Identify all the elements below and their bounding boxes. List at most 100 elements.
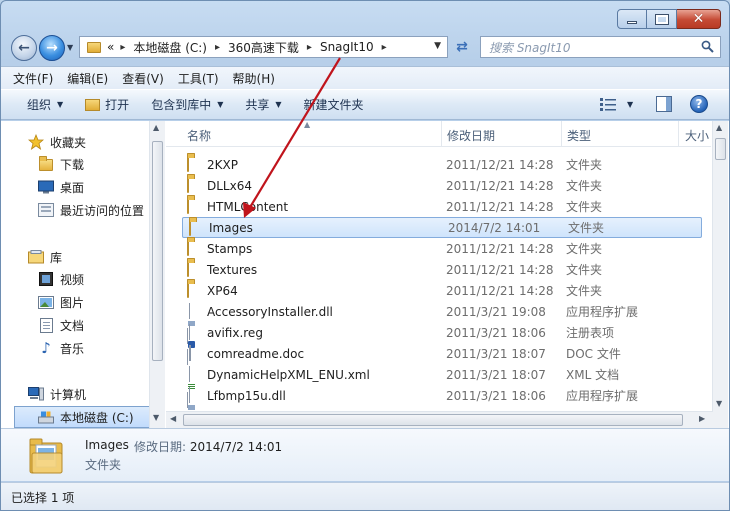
- share-button[interactable]: 共享 ▼: [245, 96, 281, 113]
- details-pane: Images 修改日期: 2014/7/2 14:01 文件夹: [1, 428, 729, 481]
- nav-computer[interactable]: 计算机: [28, 384, 86, 404]
- file-type: 文件夹: [568, 221, 605, 235]
- file-type: XML 文档: [566, 368, 620, 382]
- folder-icon: [187, 240, 201, 256]
- forward-button[interactable]: →: [39, 35, 65, 61]
- refresh-button[interactable]: ⇄: [451, 37, 473, 57]
- file-row[interactable]: avifix.reg 2011/3/21 18:06 注册表项: [181, 322, 701, 365]
- nav-downloads[interactable]: 下载: [38, 154, 84, 174]
- view-options-icon[interactable]: [600, 97, 616, 111]
- file-row[interactable]: DynamicHelpXML_ENU.xml 2011/3/21 18:07 XML…: [181, 364, 701, 408]
- menu-help[interactable]: 帮助(H): [233, 70, 275, 87]
- address-history-dropdown[interactable]: ▼: [434, 41, 441, 51]
- open-button[interactable]: 打开: [85, 96, 129, 113]
- minimize-button[interactable]: [617, 9, 647, 29]
- scroll-down-icon[interactable]: ▼: [153, 413, 159, 422]
- file-date: 2011/12/21 14:28: [446, 157, 554, 172]
- file-row[interactable]: DLLx64 2011/12/21 14:28 文件夹: [181, 175, 701, 196]
- folder-icon: [189, 220, 203, 236]
- nav-music[interactable]: ♪ 音乐: [38, 338, 84, 358]
- file-scroll-thumb[interactable]: [715, 138, 726, 160]
- file-type: 文件夹: [566, 242, 603, 256]
- file-row[interactable]: Textures 2011/12/21 14:28 文件夹: [181, 259, 701, 280]
- column-type[interactable]: 类型: [567, 127, 591, 144]
- preview-pane-icon[interactable]: [656, 96, 672, 112]
- breadcrumb-snagit[interactable]: SnagIt10: [320, 40, 374, 54]
- folder-icon: [187, 282, 201, 298]
- include-library-button[interactable]: 包含到库中 ▼: [151, 96, 223, 113]
- help-icon[interactable]: ?: [690, 95, 708, 113]
- nav-documents[interactable]: 文档: [38, 315, 84, 335]
- nav-label: 桌面: [60, 180, 85, 195]
- file-name: 2KXP: [207, 157, 238, 172]
- dropdown-arrow-icon: ▼: [217, 100, 224, 109]
- search-input[interactable]: 搜索 SnagIt10: [480, 36, 721, 58]
- breadcrumb-local-disk[interactable]: 本地磁盘 (C:): [133, 39, 207, 56]
- column-divider: [441, 121, 442, 147]
- chevron-right-icon[interactable]: ▸: [382, 42, 387, 53]
- file-name: AccessoryInstaller.dll: [207, 304, 333, 319]
- documents-icon: [38, 317, 54, 333]
- close-button[interactable]: ✕: [677, 9, 721, 29]
- address-overflow[interactable]: «: [107, 40, 114, 54]
- scroll-up-icon[interactable]: ▲: [716, 123, 722, 132]
- file-row[interactable]: Lfbmp15u.dll 2011/3/21 18:06 应用程序扩展: [181, 385, 701, 428]
- downloads-folder-icon: [38, 155, 54, 172]
- details-type: 文件夹: [85, 458, 122, 472]
- file-name: HTMLContent: [207, 199, 289, 214]
- nav-pictures[interactable]: 图片: [38, 292, 84, 312]
- nav-label: 图片: [60, 295, 85, 310]
- recent-pages-dropdown[interactable]: ▼: [67, 43, 73, 52]
- file-name: DLLx64: [207, 178, 252, 193]
- organize-button[interactable]: 组织 ▼: [27, 96, 63, 113]
- view-dropdown-icon[interactable]: ▼: [627, 100, 633, 109]
- nav-libraries[interactable]: 库: [28, 247, 62, 267]
- file-row[interactable]: 2KXP 2011/12/21 14:28 文件夹: [181, 154, 701, 175]
- video-icon: [38, 271, 54, 287]
- refresh-icon: ⇄: [456, 39, 468, 55]
- menu-edit[interactable]: 编辑(E): [67, 70, 108, 87]
- scroll-up-icon[interactable]: ▲: [153, 123, 159, 132]
- scroll-right-icon[interactable]: ▶: [699, 414, 705, 423]
- file-row[interactable]: Stamps 2011/12/21 14:28 文件夹: [181, 238, 701, 259]
- explorer-window: ✕ ← → ▼ « ▸ 本地磁盘 (C:) ▸ 360高速下载 ▸ SnagIt…: [0, 0, 730, 511]
- menu-view[interactable]: 查看(V): [122, 70, 164, 87]
- navigation-pane: 收藏夹 下载 桌面 最近访问的位置 库 视频 图片 文档 ♪ 音乐 计算机 本地…: [1, 121, 165, 428]
- nav-desktop[interactable]: 桌面: [38, 177, 84, 197]
- menu-bar: 文件(F) 编辑(E) 查看(V) 工具(T) 帮助(H): [1, 66, 729, 89]
- file-row[interactable]: Images 2014/7/2 14:01 文件夹: [182, 217, 702, 238]
- column-size[interactable]: 大小: [685, 127, 711, 144]
- horizontal-scrollbar[interactable]: ◀ ▶: [166, 411, 713, 428]
- nav-local-disk[interactable]: 本地磁盘 (C:): [38, 407, 134, 427]
- breadcrumb-download[interactable]: 360高速下载: [228, 39, 299, 56]
- file-row[interactable]: AccessoryInstaller.dll 2011/3/21 19:08 应用程…: [181, 301, 701, 344]
- nav-videos[interactable]: 视频: [38, 269, 84, 289]
- scroll-down-icon[interactable]: ▼: [716, 399, 722, 408]
- maximize-button[interactable]: [647, 9, 677, 29]
- scroll-left-icon[interactable]: ◀: [170, 414, 176, 423]
- new-folder-button[interactable]: 新建文件夹: [304, 96, 364, 113]
- menu-file[interactable]: 文件(F): [13, 70, 53, 87]
- nav-label: 音乐: [60, 341, 85, 356]
- nav-recent[interactable]: 最近访问的位置: [38, 200, 144, 220]
- nav-favorites[interactable]: 收藏夹: [28, 132, 86, 152]
- file-row[interactable]: XP64 2011/12/21 14:28 文件夹: [181, 280, 701, 301]
- chevron-right-icon[interactable]: ▸: [120, 42, 125, 53]
- back-button[interactable]: ←: [11, 35, 37, 61]
- file-scrollbar[interactable]: ▲ ▼: [712, 121, 728, 428]
- horizontal-scroll-thumb[interactable]: [183, 414, 683, 426]
- file-date: 2011/3/21 18:06: [446, 325, 546, 340]
- column-name[interactable]: 名称: [187, 127, 211, 144]
- chevron-right-icon[interactable]: ▸: [215, 42, 220, 53]
- nav-scrollbar[interactable]: ▲ ▼: [149, 121, 165, 428]
- menu-tools[interactable]: 工具(T): [178, 70, 219, 87]
- address-bar[interactable]: « ▸ 本地磁盘 (C:) ▸ 360高速下载 ▸ SnagIt10 ▸ ▼: [79, 36, 448, 58]
- nav-scroll-thumb[interactable]: [152, 141, 163, 361]
- chevron-right-icon[interactable]: ▸: [307, 42, 312, 53]
- file-row[interactable]: HTMLContent 2011/12/21 14:28 文件夹: [181, 196, 701, 217]
- nav-label: 下载: [60, 157, 85, 172]
- file-row[interactable]: comreadme.doc 2011/3/21 18:07 DOC 文件: [181, 343, 701, 364]
- library-icon: [28, 249, 44, 265]
- search-icon[interactable]: [701, 40, 714, 53]
- column-date[interactable]: 修改日期: [447, 127, 495, 144]
